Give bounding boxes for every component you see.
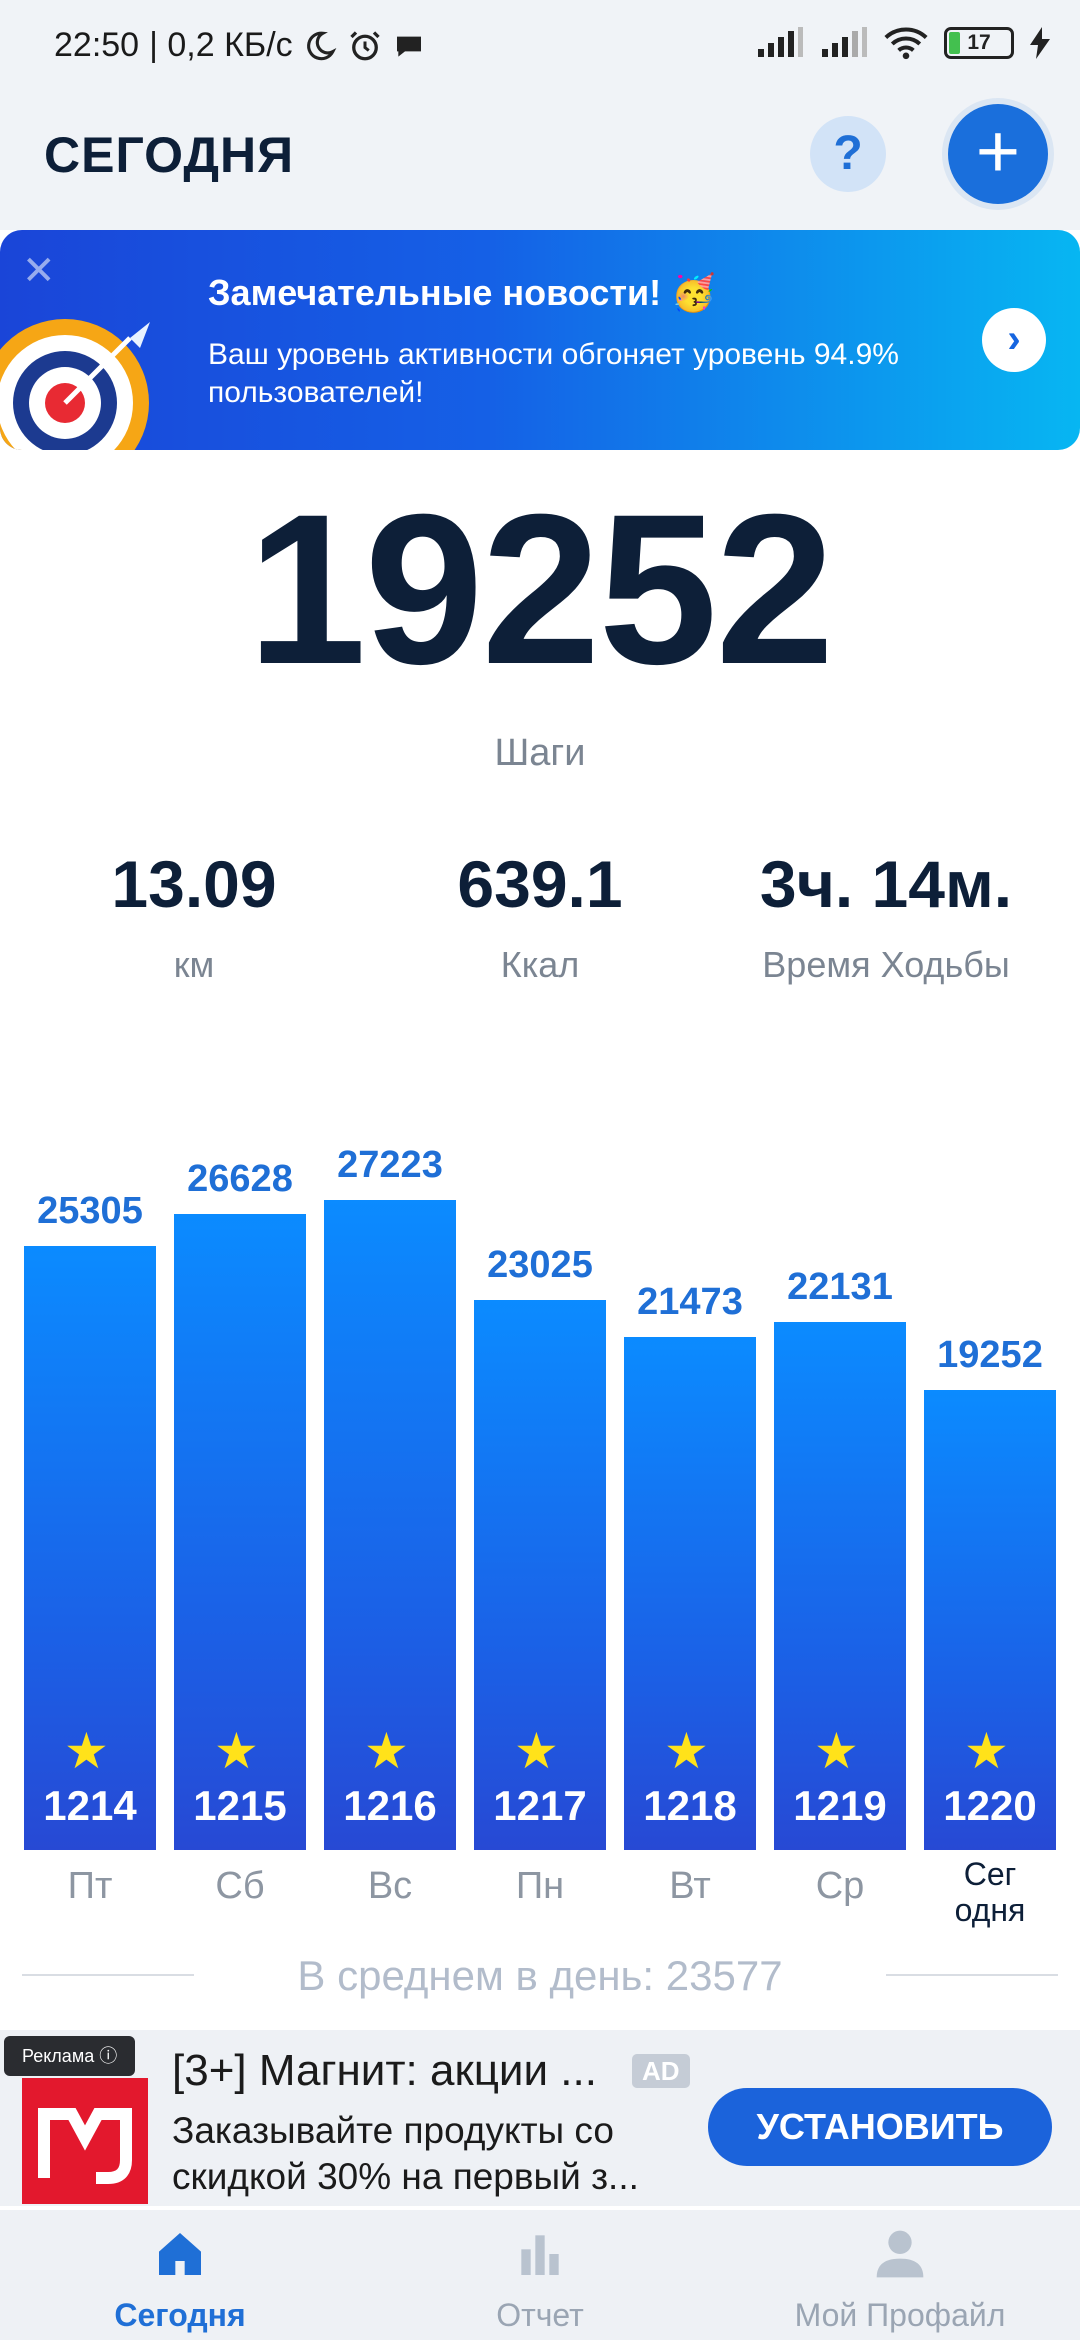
steps-bar-chart[interactable]: 25305 ★ 1214 Пт 26628 ★ 1215 Сб 27223 ★ 1216 Вс 2302…: [0, 1060, 1080, 1940]
charging-icon: [1030, 27, 1050, 59]
chat-icon: [396, 36, 421, 57]
ad-description: Заказывайте продукты со скидкой 30% на п…: [172, 2110, 639, 2197]
day-label: Ср: [815, 1865, 865, 1907]
nav-today[interactable]: Сегодня: [30, 2226, 330, 2334]
bar-value-label: 27223: [337, 1144, 443, 1186]
calories-value: 639.1: [457, 847, 623, 921]
signal-icon-2: [822, 27, 867, 57]
wifi-icon: [884, 27, 928, 60]
steps-count: 19252: [247, 470, 834, 709]
day-label: Пн: [515, 1865, 565, 1907]
day-label: Пт: [67, 1865, 113, 1907]
walk-time-value: 3ч. 14м.: [759, 847, 1013, 921]
banner-text: Ваш уровень активности обгоняет уровень …: [208, 338, 899, 409]
nav-label: Мой Профайл: [794, 2297, 1006, 2333]
close-icon[interactable]: ✕: [22, 248, 56, 294]
bar[interactable]: [924, 1390, 1056, 1850]
nav-label: Отчет: [496, 2297, 584, 2333]
clock: 22:50: [54, 26, 140, 64]
add-button[interactable]: +: [948, 104, 1048, 204]
day-label: Сб: [215, 1865, 265, 1907]
distance-stat: 13.09 км: [24, 846, 364, 986]
ad-banner[interactable]: Реклама ⓘ [3+] Магнит: акции ... AD Зака…: [0, 2030, 1080, 2206]
profile-icon: [876, 2230, 924, 2278]
star-icon: ★: [964, 1723, 1009, 1779]
help-button[interactable]: ?: [810, 116, 886, 192]
moon-icon: [306, 31, 337, 60]
star-icon: ★: [214, 1723, 259, 1779]
day-label: Сег одня: [954, 1856, 1026, 1928]
day-label: Вт: [669, 1865, 711, 1907]
header: СЕГОДНЯ ? +: [0, 96, 1080, 230]
star-icon: ★: [514, 1723, 559, 1779]
bar-value-label: 19252: [937, 1334, 1043, 1376]
goal-number: 1217: [493, 1782, 587, 1829]
bar-value-label: 26628: [187, 1158, 293, 1200]
home-icon: [159, 2233, 201, 2275]
alarm-icon: [349, 30, 380, 60]
news-banner[interactable]: ✕ Замечательные новости! 🥳 Ваш уровень а…: [0, 230, 1080, 450]
install-button[interactable]: УСТАНОВИТЬ: [708, 2088, 1052, 2166]
status-bar: 22:50 | 0,2 КБ/с 17: [0, 0, 1080, 96]
steps-label: Шаги: [494, 732, 586, 774]
bar-value-label: 22131: [787, 1266, 893, 1308]
goal-number: 1220: [943, 1782, 1037, 1829]
bar-value-label: 25305: [37, 1190, 143, 1232]
target-icon: [0, 319, 150, 450]
goal-number: 1216: [343, 1782, 437, 1829]
signal-icon: [758, 27, 803, 57]
bottom-navigation: Сегодня Отчет Мой Профайл: [0, 2210, 1080, 2340]
chevron-right-icon[interactable]: ›: [982, 308, 1046, 372]
day-label: Вс: [367, 1865, 413, 1907]
star-icon: ★: [364, 1723, 409, 1779]
nav-profile[interactable]: Мой Профайл: [750, 2226, 1050, 2334]
distance-value: 13.09: [111, 847, 277, 921]
page-title: СЕГОДНЯ: [44, 127, 295, 183]
nav-label: Сегодня: [114, 2297, 246, 2333]
nav-report[interactable]: Отчет: [390, 2226, 690, 2334]
ad-badge: AD: [632, 2054, 690, 2088]
bar-chart-icon: [521, 2235, 559, 2275]
magnit-logo: [22, 2078, 148, 2204]
network-speed: | 0,2 КБ/с: [149, 26, 293, 64]
walk-time-label: Время Ходьбы: [762, 944, 1010, 985]
calories-stat: 639.1 Ккал: [370, 846, 710, 986]
bar-value-label: 23025: [487, 1244, 593, 1286]
star-icon: ★: [664, 1723, 709, 1779]
calories-label: Ккал: [500, 944, 580, 985]
walk-time-stat: 3ч. 14м. Время Ходьбы: [716, 846, 1056, 986]
goal-number: 1214: [43, 1782, 137, 1829]
bar-value-label: 21473: [637, 1281, 743, 1323]
goal-number: 1219: [793, 1782, 887, 1829]
goal-number: 1215: [193, 1782, 287, 1829]
battery-indicator: 17: [944, 27, 1014, 59]
daily-average: В среднем в день: 23577: [297, 1952, 783, 1999]
star-icon: ★: [814, 1723, 859, 1779]
ad-label: Реклама ⓘ: [4, 2036, 136, 2076]
goal-number: 1218: [643, 1782, 737, 1829]
ad-title: [3+] Магнит: акции ...: [172, 2046, 597, 2095]
distance-label: км: [173, 944, 215, 985]
star-icon: ★: [64, 1723, 109, 1779]
banner-title: Замечательные новости! 🥳: [208, 272, 716, 313]
